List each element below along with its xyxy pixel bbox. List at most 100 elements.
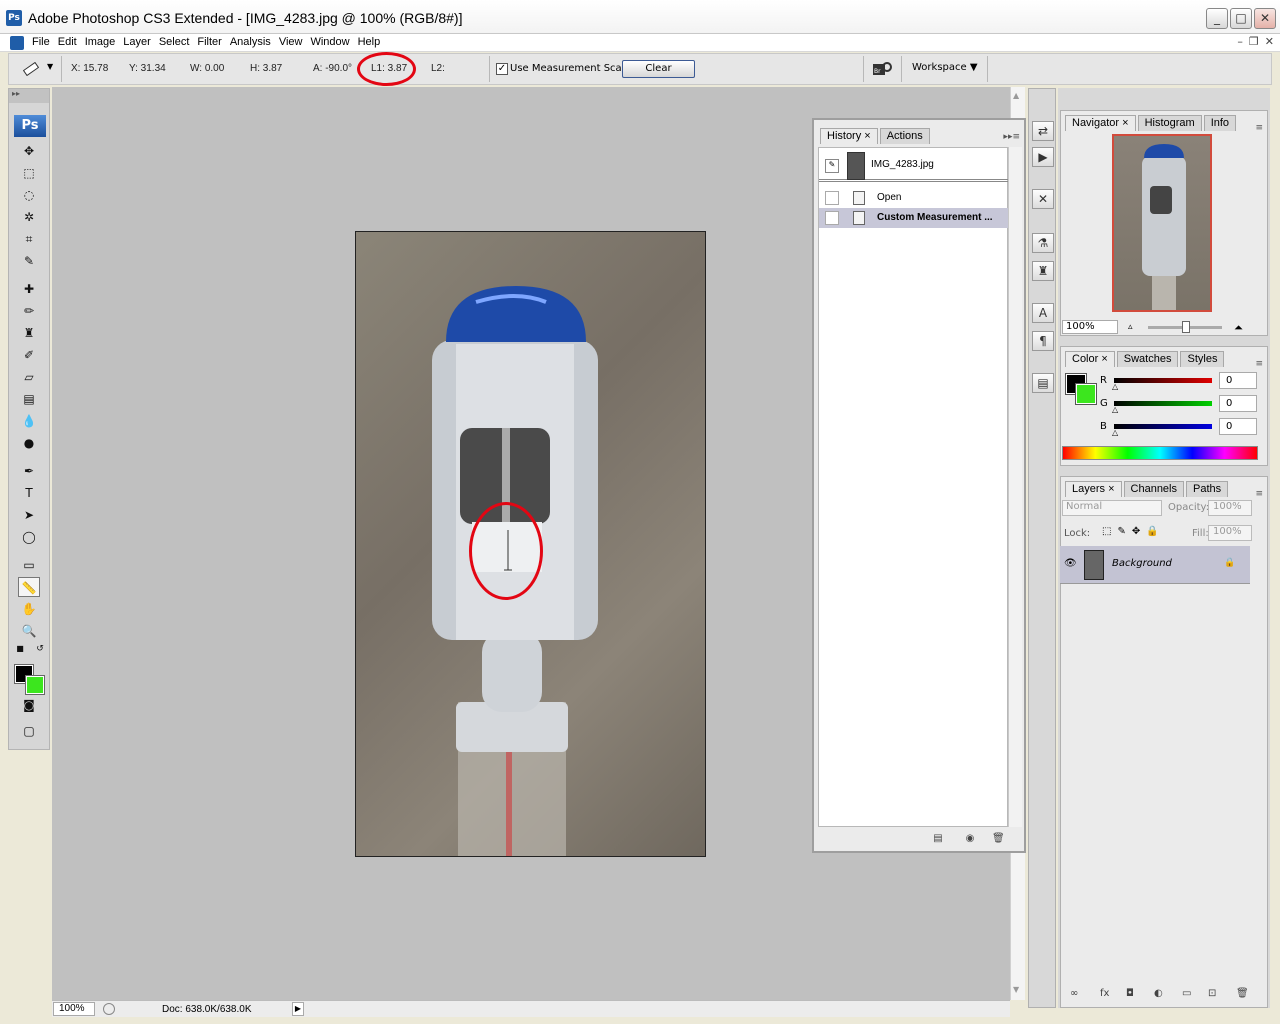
green-slider[interactable] <box>1114 401 1212 406</box>
tab-actions[interactable]: Actions <box>879 128 930 144</box>
lasso-tool-icon[interactable]: ◌ <box>18 185 40 205</box>
ruler-tool-icon[interactable]: 📏 <box>18 577 40 597</box>
doc-close-button[interactable]: ✕ <box>1265 35 1274 48</box>
navigator-thumbnail[interactable] <box>1112 134 1212 312</box>
ruler-tool-icon[interactable] <box>23 62 39 76</box>
fill-field[interactable]: 100% <box>1208 525 1252 541</box>
use-measurement-scale-checkbox[interactable]: ✓ <box>496 63 508 75</box>
tool-preset-caret-icon[interactable]: ▼ <box>47 62 53 71</box>
clone-stamp-tool-icon[interactable]: ♜ <box>18 323 40 343</box>
tab-info[interactable]: Info <box>1203 115 1237 131</box>
move-tool-icon[interactable]: ✥ <box>18 141 40 161</box>
marquee-tool-icon[interactable]: ⬚ <box>18 163 40 183</box>
path-selection-tool-icon[interactable]: ➤ <box>18 505 40 525</box>
eraser-tool-icon[interactable]: ▱ <box>18 367 40 387</box>
tool-presets-icon[interactable]: ⇄ <box>1032 121 1054 141</box>
ellipse-tool-icon[interactable]: ◯ <box>18 527 40 547</box>
history-brush-source-icon[interactable]: ✎ <box>825 159 839 173</box>
add-mask-icon[interactable]: ◘ <box>1126 988 1134 999</box>
workspace-menu[interactable]: Workspace ▼ <box>912 62 978 73</box>
background-color-swatch[interactable] <box>25 675 45 695</box>
navigator-menu-icon[interactable]: ≡ <box>1255 123 1263 133</box>
quick-mask-icon[interactable]: ◙ <box>18 695 40 715</box>
bridge-icon[interactable]: Br <box>871 60 893 78</box>
blur-tool-icon[interactable]: 💧 <box>18 411 40 431</box>
menu-image[interactable]: Image <box>84 35 123 48</box>
hand-tool-icon[interactable]: ✋ <box>18 599 40 619</box>
new-document-from-state-icon[interactable]: ▤ <box>932 833 944 845</box>
color-spectrum-ramp[interactable] <box>1062 446 1258 460</box>
gradient-tool-icon[interactable]: ▤ <box>18 389 40 409</box>
tab-styles[interactable]: Styles <box>1180 351 1225 367</box>
menu-edit[interactable]: Edit <box>57 35 84 48</box>
adjustment-layer-icon[interactable]: ◐ <box>1154 988 1163 999</box>
tab-swatches[interactable]: Swatches <box>1116 351 1179 367</box>
measurement-log-icon[interactable]: ✕ <box>1032 189 1054 209</box>
layer-row-background[interactable]: 👁 Background 🔒 <box>1060 546 1250 584</box>
green-value-field[interactable]: 0 <box>1219 395 1257 412</box>
history-step-selected[interactable]: Custom Measurement ... <box>819 208 1009 228</box>
doc-restore-button[interactable]: ❐ <box>1249 35 1259 48</box>
delete-state-icon[interactable]: 🗑 <box>992 833 1005 845</box>
menu-view[interactable]: View <box>278 35 310 48</box>
default-colors-icon[interactable]: ■ <box>13 643 27 655</box>
blend-mode-select[interactable]: Normal <box>1062 500 1162 516</box>
notes-tool-icon[interactable]: ▭ <box>18 555 40 575</box>
red-value-field[interactable]: 0 <box>1219 372 1257 389</box>
tab-channels[interactable]: Channels <box>1123 481 1184 497</box>
character-icon[interactable]: A <box>1032 303 1054 323</box>
status-zoom-field[interactable]: 100% <box>53 1002 95 1016</box>
menu-filter[interactable]: Filter <box>196 35 228 48</box>
blue-slider-handle-icon[interactable]: △ <box>1112 429 1118 437</box>
zoom-out-icon[interactable]: ▵ <box>1128 322 1133 332</box>
crop-tool-icon[interactable]: ⌗ <box>18 229 40 249</box>
tab-history[interactable]: History × <box>820 128 878 144</box>
zoom-in-icon[interactable]: ⏶ <box>1234 321 1243 335</box>
zoom-tool-icon[interactable]: 🔍 <box>18 621 40 641</box>
clone-source-icon[interactable]: ♜ <box>1032 261 1054 281</box>
menu-help[interactable]: Help <box>357 35 388 48</box>
maximize-button[interactable]: □ <box>1230 8 1252 29</box>
dodge-tool-icon[interactable]: ● <box>18 433 40 453</box>
blue-value-field[interactable]: 0 <box>1219 418 1257 435</box>
blue-slider[interactable] <box>1114 424 1212 429</box>
layers-panel-menu-icon[interactable]: ≡ <box>1255 489 1263 499</box>
brushes-icon[interactable]: ⚗ <box>1032 233 1054 253</box>
history-source-checkbox[interactable] <box>825 191 839 205</box>
layer-comps-icon[interactable]: ▤ <box>1032 373 1054 393</box>
pen-tool-icon[interactable]: ✒ <box>18 461 40 481</box>
red-slider[interactable] <box>1114 378 1212 383</box>
delete-layer-icon[interactable]: 🗑 <box>1236 988 1249 999</box>
animation-icon[interactable]: ▶ <box>1032 147 1054 167</box>
slice-tool-icon[interactable]: ✎ <box>18 251 40 271</box>
tab-color[interactable]: Color × <box>1065 351 1115 367</box>
status-menu-arrow-icon[interactable]: ▶ <box>292 1002 304 1016</box>
healing-brush-tool-icon[interactable]: ✚ <box>18 279 40 299</box>
tab-navigator[interactable]: Navigator × <box>1065 115 1136 131</box>
brush-tool-icon[interactable]: ✏ <box>18 301 40 321</box>
navigator-zoom-field[interactable]: 100% <box>1062 320 1118 334</box>
opacity-field[interactable]: 100% <box>1208 500 1252 516</box>
history-source-checkbox[interactable] <box>825 211 839 225</box>
new-layer-icon[interactable]: ⊡ <box>1208 988 1216 999</box>
tab-paths[interactable]: Paths <box>1186 481 1229 497</box>
menu-layer[interactable]: Layer <box>122 35 158 48</box>
lock-icons[interactable]: ⬚✎✥🔒 <box>1102 526 1165 537</box>
status-info-icon[interactable] <box>103 1003 115 1015</box>
history-panel-menu-icon[interactable]: ▸▸≡ <box>1003 132 1020 142</box>
tab-layers[interactable]: Layers × <box>1065 481 1122 497</box>
document-icon[interactable] <box>10 36 24 50</box>
close-button[interactable]: ✕ <box>1254 8 1276 29</box>
navigator-zoom-slider-knob[interactable] <box>1182 321 1190 333</box>
type-tool-icon[interactable]: T <box>18 483 40 503</box>
red-slider-handle-icon[interactable]: △ <box>1112 383 1118 391</box>
green-slider-handle-icon[interactable]: △ <box>1112 406 1118 414</box>
layer-visibility-eye-icon[interactable]: 👁 <box>1064 558 1077 569</box>
swap-colors-icon[interactable]: ↺ <box>33 643 47 655</box>
doc-minimize-button[interactable]: – <box>1237 35 1243 48</box>
color-panel-background-swatch[interactable] <box>1075 383 1097 405</box>
new-group-icon[interactable]: ▭ <box>1182 988 1191 999</box>
history-snapshot[interactable]: ✎ IMG_4283.jpg <box>819 150 1009 182</box>
menu-analysis[interactable]: Analysis <box>229 35 278 48</box>
paragraph-icon[interactable]: ¶ <box>1032 331 1054 351</box>
